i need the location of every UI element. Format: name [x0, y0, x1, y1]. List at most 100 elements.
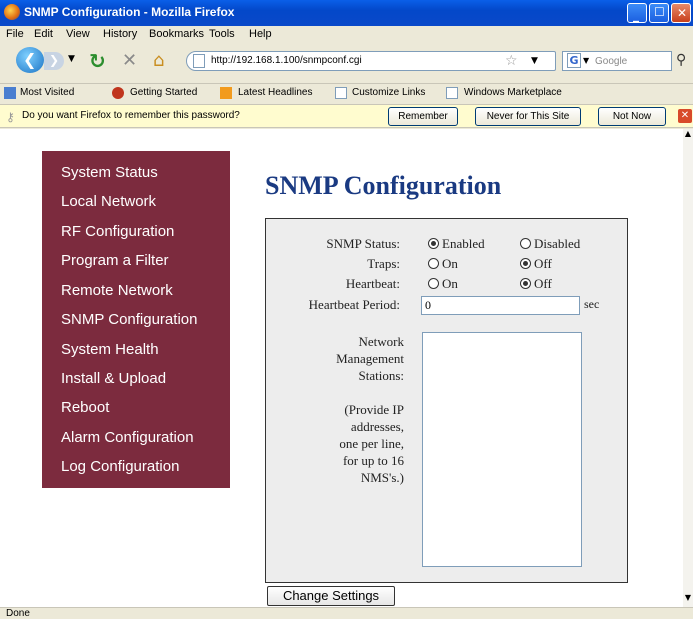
nms-help-line: (Provide IP	[344, 402, 404, 417]
menu-bar: File Edit View History Bookmarks Tools H…	[0, 26, 693, 44]
window-title: SNMP Configuration - Mozilla Firefox	[24, 5, 235, 19]
sidebar-item-system-status[interactable]: System Status	[61, 164, 158, 181]
menu-file[interactable]: File	[6, 28, 24, 40]
sidebar-item-snmp-configuration[interactable]: SNMP Configuration	[61, 311, 197, 328]
url-text: http://192.168.1.100/snmpconf.cgi	[211, 55, 362, 66]
page-icon	[193, 54, 205, 68]
bookmark-windows-marketplace[interactable]: Windows Marketplace	[464, 87, 562, 98]
nms-stations-textarea[interactable]	[422, 332, 582, 567]
change-settings-button[interactable]: Change Settings	[267, 586, 395, 606]
page-icon	[446, 87, 458, 99]
scroll-down-icon[interactable]: ▼	[683, 593, 693, 605]
snmp-disabled-label: Disabled	[534, 236, 581, 251]
snmp-status-label: SNMP Status:	[326, 236, 400, 251]
menu-help[interactable]: Help	[249, 28, 272, 40]
heartbeat-period-input[interactable]: 0	[421, 296, 580, 315]
bookmark-star-icon[interactable]: ☆	[505, 53, 518, 69]
reload-icon[interactable]: ↻	[89, 49, 106, 73]
nms-label-line: Stations:	[358, 368, 404, 383]
heartbeat-off-radio[interactable]: Off	[520, 276, 552, 292]
menu-bookmarks[interactable]: Bookmarks	[149, 28, 204, 40]
sidebar-item-system-health[interactable]: System Health	[61, 341, 159, 358]
menu-tools[interactable]: Tools	[209, 28, 235, 40]
snmp-enabled-label: Enabled	[442, 236, 485, 251]
bookmark-most-visited[interactable]: Most Visited	[20, 87, 74, 98]
heartbeat-off-label: Off	[534, 276, 552, 291]
bookmark-latest-headlines[interactable]: Latest Headlines	[238, 87, 313, 98]
back-button[interactable]: ❮	[16, 47, 44, 73]
radio-selected-icon	[428, 238, 439, 249]
search-magnifier-icon[interactable]: ⚲	[676, 52, 686, 68]
radio-unselected-icon	[428, 278, 439, 289]
close-window-button[interactable]: ✕	[671, 3, 691, 23]
minimize-button[interactable]: _	[627, 3, 647, 23]
page-icon	[335, 87, 347, 99]
bookmark-getting-started[interactable]: Getting Started	[130, 87, 197, 98]
sidebar-item-reboot[interactable]: Reboot	[61, 399, 109, 416]
sidebar-item-alarm-configuration[interactable]: Alarm Configuration	[61, 429, 194, 446]
nms-label-line: Management	[336, 351, 404, 366]
close-notification-icon[interactable]: ✕	[678, 109, 692, 123]
key-icon: ⚷	[6, 110, 15, 124]
heartbeat-on-radio[interactable]: On	[428, 276, 458, 292]
snmp-disabled-radio[interactable]: Disabled	[520, 236, 580, 252]
firefox-logo-icon	[4, 4, 20, 20]
stop-icon[interactable]: ✕	[122, 50, 137, 71]
heartbeat-period-label: Heartbeat Period:	[308, 297, 400, 312]
sidebar-item-log-configuration[interactable]: Log Configuration	[61, 458, 179, 475]
status-bar: Done	[0, 607, 693, 619]
vertical-scrollbar[interactable]: ▲ ▼	[683, 129, 693, 607]
sidebar-item-remote-network[interactable]: Remote Network	[61, 282, 173, 299]
sidebar-item-rf-configuration[interactable]: RF Configuration	[61, 223, 174, 240]
sidebar-item-local-network[interactable]: Local Network	[61, 193, 156, 210]
traps-on-radio[interactable]: On	[428, 256, 458, 272]
menu-view[interactable]: View	[66, 28, 90, 40]
home-icon[interactable]: ⌂	[153, 50, 164, 71]
traps-label: Traps:	[367, 256, 400, 271]
traps-off-radio[interactable]: Off	[520, 256, 552, 272]
forward-arrow-icon: ❯	[49, 53, 60, 67]
sidebar-nav: System Status Local Network RF Configura…	[42, 151, 230, 488]
navigation-toolbar: ❮ ❯ ▼ ↻ ✕ ⌂ http://192.168.1.100/snmpcon…	[0, 44, 693, 76]
history-dropdown-icon[interactable]: ▼	[68, 54, 75, 64]
never-for-this-site-button[interactable]: Never for This Site	[475, 107, 581, 126]
nms-label-spacer	[272, 384, 404, 401]
most-visited-icon	[4, 87, 16, 99]
menu-history[interactable]: History	[103, 28, 137, 40]
snmp-enabled-radio[interactable]: Enabled	[428, 236, 485, 252]
radio-unselected-icon	[428, 258, 439, 269]
search-engine-dropdown-icon[interactable]: ▼	[583, 56, 589, 65]
heartbeat-period-unit: sec	[584, 297, 600, 311]
nms-label-block: Network Management Stations: (Provide IP…	[272, 333, 404, 486]
notification-message: Do you want Firefox to remember this pas…	[22, 110, 240, 121]
not-now-button[interactable]: Not Now	[598, 107, 666, 126]
rss-feed-icon	[220, 87, 232, 99]
heartbeat-on-label: On	[442, 276, 458, 291]
scroll-up-icon[interactable]: ▲	[683, 129, 693, 141]
window-title-bar: SNMP Configuration - Mozilla Firefox _ ☐…	[0, 0, 693, 26]
password-notification-bar: ⚷ Do you want Firefox to remember this p…	[0, 104, 693, 128]
getting-started-icon	[112, 87, 124, 99]
back-arrow-icon: ❮	[23, 50, 37, 69]
menu-edit[interactable]: Edit	[34, 28, 53, 40]
nms-help-line: one per line,	[339, 436, 404, 451]
remember-button[interactable]: Remember	[388, 107, 458, 126]
sidebar-item-program-filter[interactable]: Program a Filter	[61, 252, 169, 269]
url-dropdown-icon[interactable]: ▼	[531, 56, 538, 66]
status-text: Done	[6, 608, 30, 619]
nms-label-line: Network	[358, 334, 405, 349]
traps-on-label: On	[442, 256, 458, 271]
search-box[interactable]: G ▼ Google	[562, 51, 672, 71]
sidebar-item-install-upload[interactable]: Install & Upload	[61, 370, 166, 387]
nms-help-line: for up to 16	[342, 453, 404, 468]
bookmarks-toolbar: Most Visited Getting Started Latest Head…	[0, 83, 693, 103]
heartbeat-label: Heartbeat:	[345, 276, 400, 291]
radio-selected-icon	[520, 278, 531, 289]
bookmark-customize-links[interactable]: Customize Links	[352, 87, 425, 98]
google-icon: G	[567, 53, 581, 68]
radio-selected-icon	[520, 258, 531, 269]
maximize-button[interactable]: ☐	[649, 3, 669, 23]
address-bar[interactable]: http://192.168.1.100/snmpconf.cgi ☆ ▼	[186, 51, 556, 71]
forward-button[interactable]: ❯	[44, 52, 64, 70]
page-title: SNMP Configuration	[265, 171, 502, 200]
